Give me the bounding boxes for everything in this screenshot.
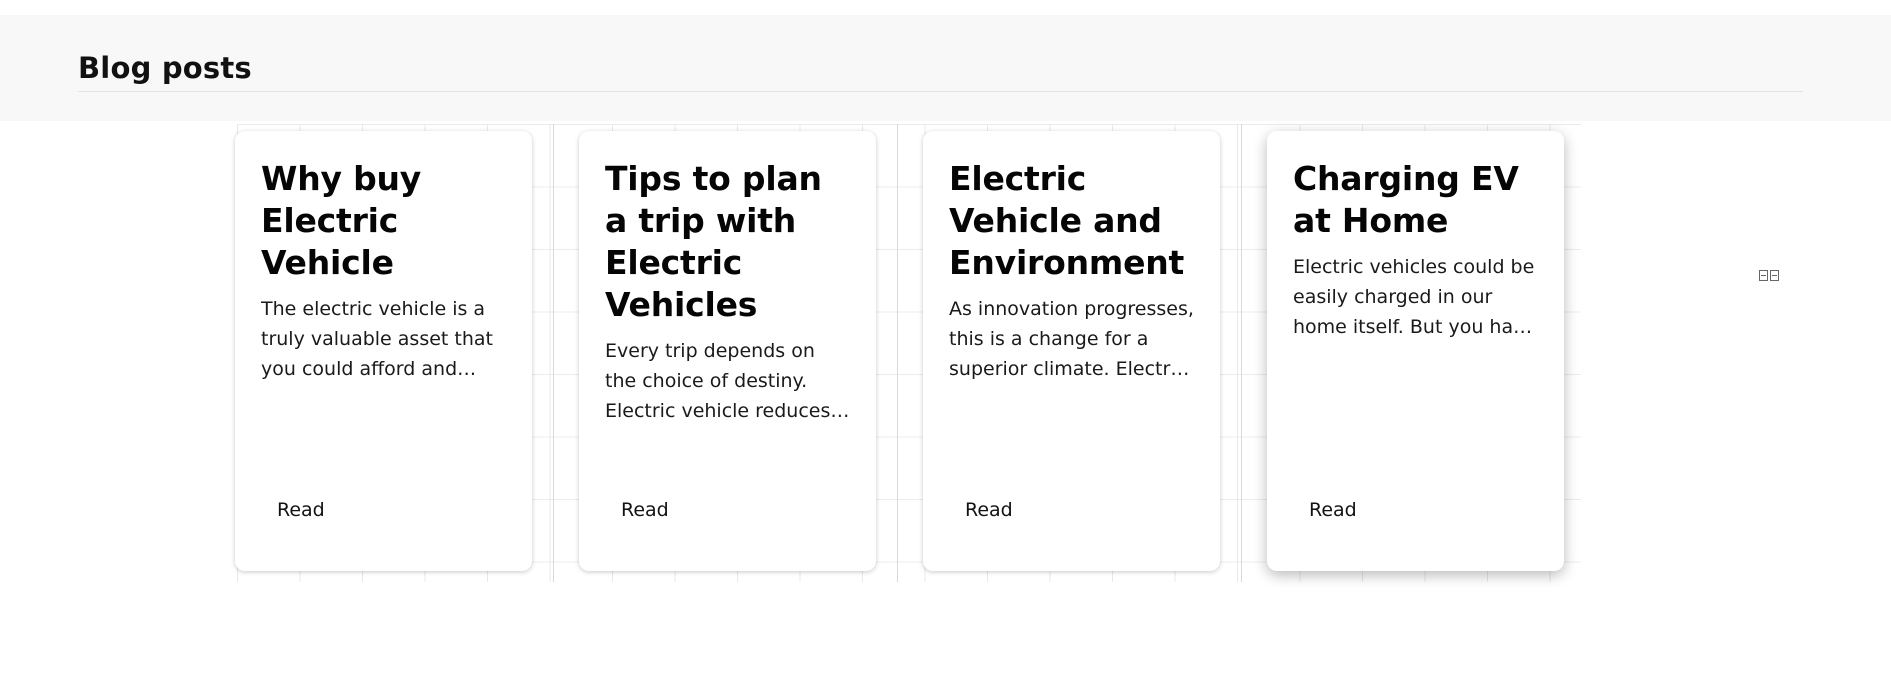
post-excerpt: As innovation progresses, this is a chan… (949, 298, 1194, 380)
read-button[interactable]: Read (1293, 491, 1373, 529)
read-button[interactable]: Read (949, 491, 1029, 529)
layout-grid-icon[interactable] (1759, 268, 1781, 282)
widget-cell (1759, 269, 1768, 281)
page-header: Blog posts (0, 15, 1891, 121)
blog-post-card: Why buy Electric Vehicle The electric ve… (235, 131, 532, 571)
post-title: Tips to plan a trip with Electric Vehicl… (605, 159, 822, 324)
post-title: Charging EV at Home (1293, 159, 1519, 240)
post-excerpt: The electric vehicle is a truly valuable… (261, 298, 493, 380)
read-button[interactable]: Read (605, 491, 685, 529)
page-title: Blog posts (78, 51, 252, 85)
post-title: Why buy Electric Vehicle (261, 159, 422, 282)
widget-cell (1770, 269, 1779, 281)
post-excerpt: Electric vehicles could be easily charge… (1293, 256, 1537, 338)
blog-post-list: Why buy Electric Vehicle The electric ve… (235, 131, 1564, 571)
post-excerpt: Every trip depends on the choice of dest… (605, 340, 831, 422)
header-divider (78, 91, 1803, 92)
post-title: Electric Vehicle and Environment (949, 159, 1185, 282)
blog-post-card: Tips to plan a trip with Electric Vehicl… (579, 131, 876, 571)
blog-post-card: Electric Vehicle and Environment As inno… (923, 131, 1220, 571)
read-button[interactable]: Read (261, 491, 341, 529)
blog-post-card: Charging EV at Home Electric vehicles co… (1267, 131, 1564, 571)
